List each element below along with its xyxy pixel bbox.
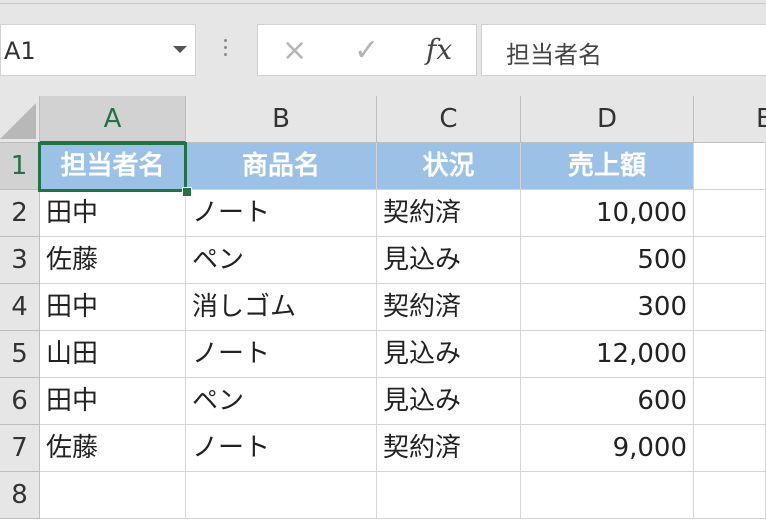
cell-c1[interactable]: 状況 [377, 143, 521, 190]
cell-c2[interactable]: 契約済 [377, 190, 521, 237]
cell-a4[interactable]: 田中 [40, 284, 186, 331]
cell-e6[interactable] [694, 378, 766, 425]
name-box-value: A1 [4, 37, 36, 65]
row-header-8[interactable]: 8 [0, 472, 40, 519]
row-header-6[interactable]: 6 [0, 378, 40, 425]
cell-e3[interactable] [694, 237, 766, 284]
row-header-3[interactable]: 3 [0, 237, 40, 284]
row-header-7[interactable]: 7 [0, 425, 40, 472]
column-header-e[interactable]: E [694, 96, 766, 143]
select-all-icon [0, 103, 36, 139]
cell-d3[interactable]: 500 [521, 237, 694, 284]
insert-function-icon[interactable]: fx [426, 33, 452, 66]
cell-c8[interactable] [377, 472, 521, 519]
row-header-2[interactable]: 2 [0, 190, 40, 237]
name-box[interactable]: A1 [0, 24, 196, 76]
cell-b1[interactable]: 商品名 [186, 143, 377, 190]
formula-buttons: × ✓ fx [257, 24, 477, 76]
cell-e1[interactable] [694, 143, 766, 190]
column-header-b[interactable]: B [186, 96, 377, 143]
enter-icon[interactable]: ✓ [354, 33, 379, 68]
ribbon-divider [0, 3, 766, 4]
cell-d1[interactable]: 売上額 [521, 143, 694, 190]
cell-e2[interactable] [694, 190, 766, 237]
cell-e8[interactable] [694, 472, 766, 519]
spreadsheet-grid: A B C D E 1 2 3 4 5 6 7 8 担当者名 商品名 状況 売上… [0, 96, 766, 528]
cell-c7[interactable]: 契約済 [377, 425, 521, 472]
column-header-d[interactable]: D [521, 96, 694, 143]
cell-d6[interactable]: 600 [521, 378, 694, 425]
row-header-1[interactable]: 1 [0, 143, 40, 190]
cell-b7[interactable]: ノート [186, 425, 377, 472]
cell-c3[interactable]: 見込み [377, 237, 521, 284]
cell-d2[interactable]: 10,000 [521, 190, 694, 237]
cell-d7[interactable]: 9,000 [521, 425, 694, 472]
column-header-a[interactable]: A [40, 96, 186, 143]
cell-a3[interactable]: 佐藤 [40, 237, 186, 284]
cell-b3[interactable]: ペン [186, 237, 377, 284]
column-header-c[interactable]: C [377, 96, 521, 143]
chevron-down-icon[interactable] [173, 46, 187, 53]
cell-c5[interactable]: 見込み [377, 331, 521, 378]
cell-a5[interactable]: 山田 [40, 331, 186, 378]
cell-d8[interactable] [521, 472, 694, 519]
fill-handle[interactable] [182, 187, 192, 197]
cell-b8[interactable] [186, 472, 377, 519]
cancel-icon[interactable]: × [282, 33, 307, 68]
cell-b5[interactable]: ノート [186, 331, 377, 378]
formula-input[interactable]: 担当者名 [481, 24, 766, 76]
cell-a6[interactable]: 田中 [40, 378, 186, 425]
cell-e5[interactable] [694, 331, 766, 378]
cell-d4[interactable]: 300 [521, 284, 694, 331]
cell-a1[interactable]: 担当者名 [40, 143, 186, 190]
select-all-button[interactable] [0, 96, 40, 143]
drag-handle-icon[interactable] [224, 39, 228, 61]
cell-c6[interactable]: 見込み [377, 378, 521, 425]
cell-c4[interactable]: 契約済 [377, 284, 521, 331]
cell-e4[interactable] [694, 284, 766, 331]
cell-d5[interactable]: 12,000 [521, 331, 694, 378]
cell-b6[interactable]: ペン [186, 378, 377, 425]
cell-a7[interactable]: 佐藤 [40, 425, 186, 472]
cell-b2[interactable]: ノート [186, 190, 377, 237]
row-header-4[interactable]: 4 [0, 284, 40, 331]
cell-b4[interactable]: 消しゴム [186, 284, 377, 331]
row-header-5[interactable]: 5 [0, 331, 40, 378]
cell-a8[interactable] [40, 472, 186, 519]
formula-text: 担当者名 [506, 41, 602, 69]
cell-e7[interactable] [694, 425, 766, 472]
cell-a2[interactable]: 田中 [40, 190, 186, 237]
formula-bar-area: A1 × ✓ fx 担当者名 [0, 0, 766, 96]
